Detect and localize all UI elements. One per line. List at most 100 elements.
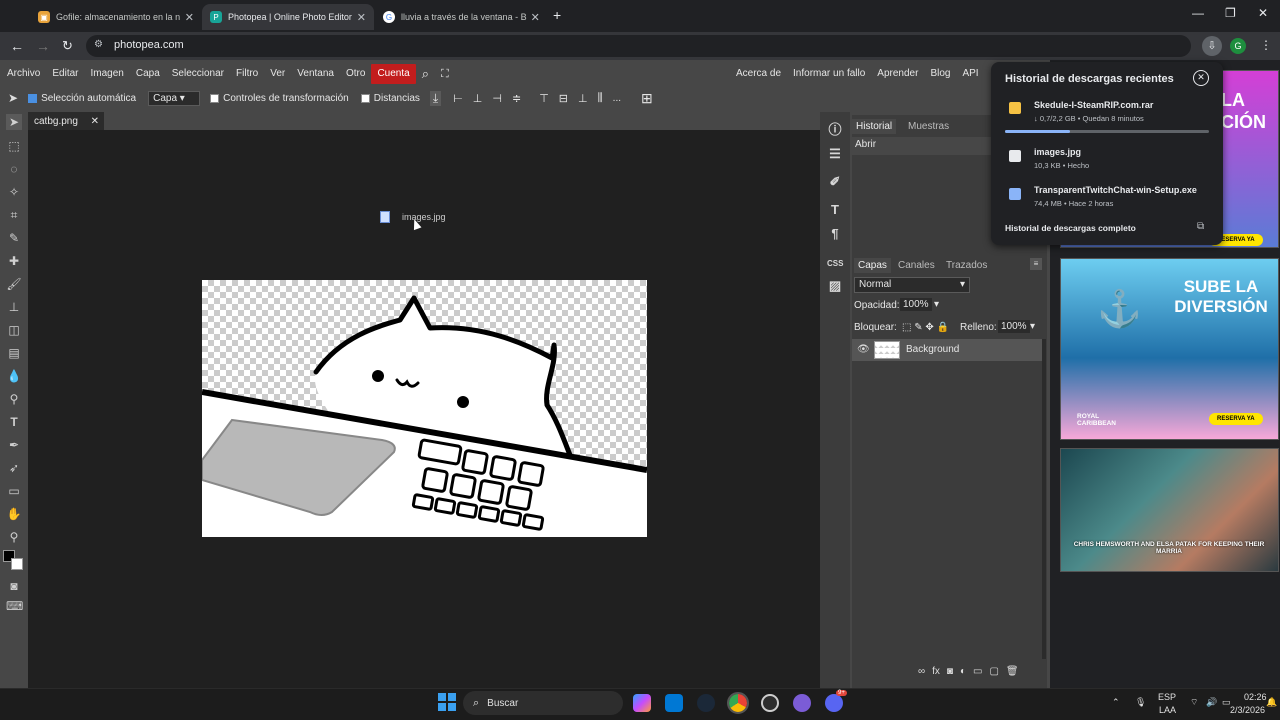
pen-tool-icon[interactable]: ✒ <box>6 437 22 453</box>
healing-brush-icon[interactable]: ✚ <box>6 253 22 269</box>
obs-icon[interactable] <box>761 694 779 712</box>
language-bottom[interactable]: LAA <box>1159 705 1176 715</box>
notification-icon[interactable]: 🔔 <box>1266 697 1277 708</box>
distribute-h-icon[interactable]: ⫼ <box>598 92 603 105</box>
document-tab[interactable]: catbg.png ✕ <box>28 112 104 130</box>
tab-history[interactable]: Historial <box>852 119 897 134</box>
wifi-icon[interactable]: ⌔ <box>1190 697 1198 708</box>
delete-layer-icon[interactable]: 🗑 <box>1006 666 1019 677</box>
volume-icon[interactable]: 🔊 <box>1206 697 1217 708</box>
forward-icon[interactable]: → <box>36 38 50 54</box>
close-tab-icon[interactable]: ✕ <box>527 11 540 24</box>
document-canvas[interactable] <box>202 280 647 537</box>
shape-tool-icon[interactable]: ▭ <box>6 483 22 499</box>
menu-api[interactable]: API <box>956 64 984 84</box>
download-item-3[interactable]: TransparentTwitchChat-win-Setup.exe 74,4… <box>991 182 1223 212</box>
maximize-icon[interactable]: ❐ <box>1225 6 1236 20</box>
new-layer-icon[interactable]: ▢ <box>989 666 998 677</box>
transform-controls-checkbox[interactable] <box>210 93 220 103</box>
align-left-icon[interactable]: ⊢ <box>453 92 463 105</box>
blur-tool-icon[interactable]: 💧 <box>6 368 22 384</box>
tab-layers[interactable]: Capas <box>854 258 891 273</box>
tab-samples[interactable]: Muestras <box>904 119 953 134</box>
crop-tool-icon[interactable]: ⌗ <box>6 207 22 223</box>
lasso-tool-icon[interactable]: ◌ <box>6 161 22 177</box>
layer-select-dropdown[interactable]: Capa ▾ <box>148 90 201 106</box>
keyboard-icon[interactable]: ⌨ <box>6 598 23 614</box>
chrome-icon[interactable] <box>727 692 749 714</box>
close-window-icon[interactable]: ✕ <box>1258 6 1268 20</box>
panel-menu-icon[interactable]: ≡ <box>1030 258 1042 270</box>
new-tab-icon[interactable]: + <box>553 7 561 23</box>
dodge-tool-icon[interactable]: ⚲ <box>6 391 22 407</box>
language-top[interactable]: ESP <box>1158 692 1176 702</box>
brush-settings-icon[interactable]: ✐ <box>827 174 843 190</box>
magic-wand-icon[interactable]: ✧ <box>6 184 22 200</box>
profile-avatar[interactable]: G <box>1230 38 1246 54</box>
tab-channels[interactable]: Canales <box>894 258 939 273</box>
css-icon[interactable]: CSS <box>827 256 843 272</box>
tab-paths[interactable]: Trazados <box>942 258 991 273</box>
steam-icon[interactable] <box>697 694 715 712</box>
group-folder-icon[interactable]: ▭ <box>973 666 982 677</box>
menu-imagen[interactable]: Imagen <box>84 64 129 84</box>
background-color-swatch[interactable] <box>11 558 23 570</box>
menu-acerca-de[interactable]: Acerca de <box>730 64 787 84</box>
close-popup-icon[interactable]: ✕ <box>1193 70 1209 86</box>
ad-2-cta[interactable]: RESERVA YA <box>1209 413 1263 425</box>
menu-otro[interactable]: Otro <box>340 64 371 84</box>
character-icon[interactable]: T <box>827 202 843 218</box>
distribute-icon[interactable]: ≑ <box>512 92 521 105</box>
tab-google[interactable]: G lluvia a través de la ventana - B ✕ <box>375 4 547 30</box>
tray-chevron-icon[interactable]: ⌃ <box>1112 697 1120 708</box>
clock-time[interactable]: 02:26 <box>1244 692 1267 702</box>
windows-start-icon[interactable] <box>438 693 456 711</box>
menu-archivo[interactable]: Archivo <box>1 64 46 84</box>
menu-editar[interactable]: Editar <box>46 64 84 84</box>
close-tab-icon[interactable]: ✕ <box>353 11 366 24</box>
discord-icon[interactable] <box>825 694 843 712</box>
info-icon[interactable]: ⓘ <box>827 122 843 138</box>
align-center-icon[interactable]: ⊥ <box>473 92 483 105</box>
align-bottom-icon[interactable]: ⊥ <box>578 92 588 105</box>
minimize-icon[interactable]: — <box>1192 6 1204 20</box>
site-settings-icon[interactable]: ⚙ <box>94 39 103 50</box>
gradient-tool-icon[interactable]: ▤ <box>6 345 22 361</box>
marquee-tool-icon[interactable]: ⬚ <box>6 138 22 154</box>
move-tool-icon[interactable]: ➤ <box>6 114 22 130</box>
menu-ver[interactable]: Ver <box>264 64 291 84</box>
menu-filtro[interactable]: Filtro <box>230 64 264 84</box>
downloads-icon[interactable]: ⇩ <box>1202 36 1222 56</box>
close-tab-icon[interactable]: ✕ <box>181 11 194 24</box>
menu-capa[interactable]: Capa <box>130 64 166 84</box>
menu-ventana[interactable]: Ventana <box>291 64 340 84</box>
clock-date[interactable]: 2/3/2026 <box>1230 705 1265 715</box>
fill-value[interactable]: 100% <box>998 320 1030 333</box>
reload-icon[interactable]: ↻ <box>62 38 73 54</box>
full-history-link[interactable]: Historial de descargas completo ⧉ <box>991 218 1223 238</box>
link-layers-icon[interactable]: ∞ <box>918 666 925 677</box>
back-icon[interactable]: ← <box>10 38 24 54</box>
layer-row-background[interactable]: 👁 Background <box>852 339 1042 361</box>
grid-icon[interactable]: ⊞ <box>641 90 653 107</box>
blend-mode-dropdown[interactable]: Normal ▾ <box>854 277 970 293</box>
adjustments-icon[interactable]: ☰ <box>827 146 843 162</box>
menu-aprender[interactable]: Aprender <box>871 64 924 84</box>
download-align-icon[interactable]: ⤓ <box>429 90 442 106</box>
layers-scrollbar[interactable] <box>1042 339 1046 659</box>
lock-icons[interactable]: ⬚ ✎ ✥ 🔒 <box>902 322 949 333</box>
eraser-tool-icon[interactable]: ◫ <box>6 322 22 338</box>
clone-stamp-icon[interactable]: ⊥ <box>6 299 22 315</box>
fill-dropdown-icon[interactable]: ▾ <box>1030 321 1035 332</box>
store-icon[interactable] <box>665 694 683 712</box>
ad-banner-2[interactable]: SUBE LA DIVERSIÓN ⚓ ROYAL CARIBBEAN RESE… <box>1060 258 1279 440</box>
menu-informar-fallo[interactable]: Informar un fallo <box>787 64 871 84</box>
search-icon[interactable]: ⌕ <box>416 64 435 84</box>
download-item-2[interactable]: images.jpg 10,3 KB • Hecho <box>991 144 1223 174</box>
tab-photopea[interactable]: P Photopea | Online Photo Editor ✕ <box>202 4 374 30</box>
zoom-tool-icon[interactable]: ⚲ <box>6 529 22 545</box>
more-options[interactable]: ... <box>613 93 621 104</box>
brush-tool-icon[interactable]: 🖌 <box>6 276 22 292</box>
quick-mask-icon[interactable]: ◙ <box>6 578 22 594</box>
path-select-icon[interactable]: ➶ <box>6 460 22 476</box>
